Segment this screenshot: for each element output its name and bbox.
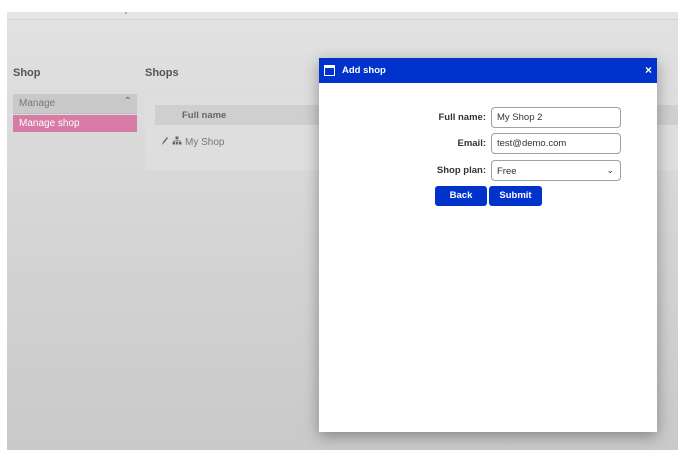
- sidebar-group-label: Manage: [19, 98, 56, 109]
- add-shop-dialog: Add shop × Full name: Email: Shop plan: …: [319, 58, 657, 432]
- column-header-full-name[interactable]: Full name: [182, 110, 226, 121]
- dialog-title: Add shop: [342, 65, 386, 76]
- full-name-label: Full name:: [438, 112, 486, 123]
- top-bar-marker: [125, 12, 127, 14]
- page-title: Shops: [145, 67, 179, 79]
- shop-plan-selected-value: Free: [497, 166, 517, 177]
- full-name-input[interactable]: [491, 107, 621, 128]
- window-icon: [324, 65, 335, 76]
- sidebar-item-label: Manage shop: [19, 118, 80, 129]
- email-label: Email:: [457, 138, 486, 149]
- chevron-up-icon[interactable]: ⌃: [124, 96, 132, 107]
- sidebar-title: Shop: [13, 67, 41, 79]
- page: Shop Shops Manage ⌃ Manage shop Full nam…: [0, 0, 678, 457]
- table-row-actions: [161, 136, 182, 149]
- shop-plan-select[interactable]: Free ⌄: [491, 160, 621, 181]
- submit-button[interactable]: Submit: [489, 186, 542, 206]
- chevron-down-icon: ⌄: [606, 165, 614, 175]
- close-icon[interactable]: ×: [645, 63, 652, 77]
- shop-plan-label: Shop plan:: [436, 165, 486, 176]
- top-bar: [7, 12, 678, 20]
- email-input[interactable]: [491, 133, 621, 154]
- table-row-name[interactable]: My Shop: [185, 137, 224, 148]
- sidebar-group-manage[interactable]: Manage ⌃: [13, 94, 137, 114]
- back-button[interactable]: Back: [435, 186, 487, 206]
- sitemap-icon[interactable]: [172, 136, 182, 146]
- dialog-header: Add shop ×: [319, 58, 657, 83]
- edit-icon[interactable]: [161, 136, 169, 146]
- sidebar-item-manage-shop[interactable]: Manage shop: [13, 115, 137, 132]
